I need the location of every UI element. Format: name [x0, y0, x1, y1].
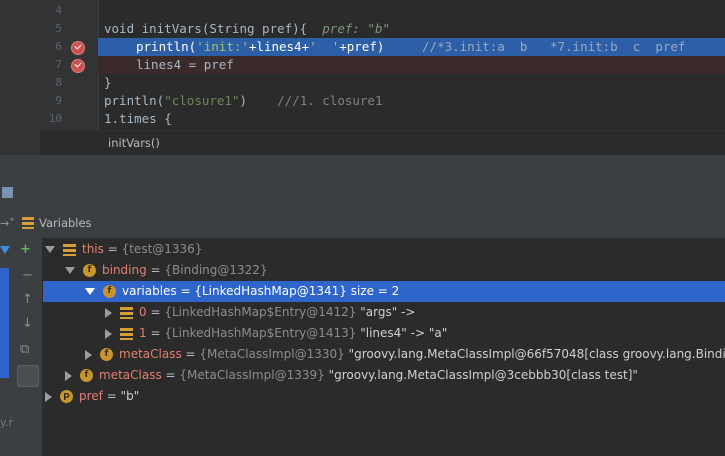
node-name: binding — [102, 263, 147, 277]
collapse-arrow-icon[interactable] — [85, 288, 95, 295]
tree-node[interactable]: this = {test@1336} — [43, 239, 725, 260]
variables-icon — [22, 217, 34, 229]
node-name: metaClass — [119, 347, 182, 361]
code-text: ) — [239, 93, 248, 108]
node-value: "args" -> — [360, 305, 416, 319]
code-comment: ///1. closure1 — [277, 93, 383, 108]
node-ref: {LinkedHashMap$Entry@1412} — [164, 305, 357, 319]
breakpoint-icon[interactable] — [71, 41, 85, 55]
line-number: 10 — [48, 112, 62, 125]
tree-node[interactable]: f metaClass = {MetaClassImpl@1339} "groov… — [43, 365, 725, 386]
tree-node-selected[interactable]: f variables = {LinkedHashMap@1341} size =… — [43, 281, 725, 302]
remove-watch-icon[interactable]: − — [22, 268, 33, 283]
code-string: 'init:' — [196, 39, 249, 54]
node-name: 1 — [139, 326, 147, 340]
breadcrumb-bar: initVars() — [98, 130, 725, 156]
node-value: "lines4" -> "a" — [360, 326, 448, 340]
move-up-icon[interactable]: ↑ — [22, 292, 33, 307]
variables-toolbar: + − ↑ ↓ ⧉ y.r — [0, 238, 43, 456]
line-number: 6 — [55, 40, 62, 53]
node-ref: {Binding@1322} — [164, 263, 268, 277]
node-ref: {LinkedHashMap$Entry@1413} — [164, 326, 357, 340]
move-down-icon[interactable]: ↓ — [22, 316, 33, 331]
node-name: metaClass — [99, 368, 162, 382]
node-value: "groovy.lang.MetaClassImpl@66f57048[clas… — [348, 347, 725, 361]
entry-icon — [120, 306, 133, 319]
code-line: } — [104, 75, 112, 90]
expand-arrow-icon[interactable] — [45, 391, 52, 402]
line-number: 8 — [55, 76, 62, 89]
code-text: println( — [104, 93, 165, 108]
variables-header: →˚ Variables — [0, 209, 725, 239]
collapse-arrow-icon[interactable] — [65, 267, 75, 274]
left-tool-strip — [0, 0, 40, 155]
code-text: +lines4+ — [248, 39, 310, 54]
code-line: println('init:'+lines4+' '+pref) //*3.in… — [136, 39, 685, 54]
restore-layout-icon[interactable]: →˚ — [0, 217, 15, 230]
node-name: pref — [79, 389, 103, 403]
expand-arrow-icon[interactable] — [105, 328, 112, 339]
code-text: println( — [136, 39, 197, 54]
code-line: lines4 = pref — [136, 57, 234, 72]
code-comment: //*3.init:a b *7.init:b c pref — [422, 39, 686, 54]
collapse-arrow-icon[interactable] — [45, 246, 55, 253]
side-text-fragment: y.r — [0, 416, 13, 429]
expand-arrow-icon[interactable] — [85, 349, 92, 360]
inline-value-hint: pref: "b" — [322, 21, 390, 36]
field-icon: f — [103, 285, 116, 298]
tree-node[interactable]: f binding = {Binding@1322} — [43, 260, 725, 281]
expand-arrow-icon[interactable] — [105, 307, 112, 318]
line-number: 5 — [55, 22, 62, 35]
object-icon — [63, 243, 76, 256]
parameter-icon: p — [60, 390, 73, 403]
node-ref: {test@1336} — [121, 242, 203, 256]
entry-icon — [120, 327, 133, 340]
node-value: size = 2 — [346, 284, 400, 298]
code-line: 1.times { — [104, 111, 172, 126]
code-line: void initVars(String pref){ pref: "b" — [104, 21, 390, 36]
frame-selection-indicator — [0, 268, 9, 378]
node-name: 0 — [139, 305, 147, 319]
code-text: +pref) — [339, 39, 385, 54]
field-icon: f — [80, 369, 93, 382]
debug-toolbar — [0, 180, 725, 210]
line-number: 9 — [55, 94, 62, 107]
field-icon: f — [100, 348, 113, 361]
node-name: variables — [122, 284, 177, 298]
node-ref: {MetaClassImpl@1330} — [199, 347, 345, 361]
field-icon: f — [83, 264, 96, 277]
node-value: "groovy.lang.MetaClassImpl@3cebbb30[clas… — [328, 368, 638, 382]
copy-icon[interactable]: ⧉ — [20, 342, 29, 357]
line-number: 4 — [55, 4, 62, 17]
code-line: println("closure1") ///1. closure1 — [104, 93, 382, 108]
tree-node[interactable]: f metaClass = {MetaClassImpl@1330} "groov… — [43, 344, 725, 365]
code-string: ' ' — [309, 39, 340, 54]
breakpoint-icon[interactable] — [71, 59, 85, 73]
new-watch-icon[interactable]: + — [20, 242, 31, 257]
node-ref: {LinkedHashMap@1341} — [194, 284, 347, 298]
code-text: void initVars(String pref){ — [104, 21, 308, 36]
variables-title: Variables — [39, 216, 92, 230]
expand-arrow-icon[interactable] — [65, 370, 72, 381]
line-number: 7 — [55, 58, 62, 71]
node-ref: {MetaClassImpl@1339} — [179, 368, 325, 382]
node-value: "b" — [120, 389, 140, 403]
editor-tool-separator — [0, 155, 725, 181]
show-watches-toggle-icon[interactable] — [17, 365, 39, 387]
frames-icon[interactable] — [2, 187, 13, 198]
tree-node[interactable]: 1 = {LinkedHashMap$Entry@1413} "lines4" … — [43, 323, 725, 344]
code-string: "closure1" — [164, 93, 240, 108]
breadcrumb[interactable]: initVars() — [108, 136, 160, 150]
filter-icon[interactable] — [0, 246, 10, 254]
tree-node[interactable]: p pref = "b" — [43, 386, 725, 407]
node-name: this — [82, 242, 104, 256]
tree-node[interactable]: 0 = {LinkedHashMap$Entry@1412} "args" -> — [43, 302, 725, 323]
